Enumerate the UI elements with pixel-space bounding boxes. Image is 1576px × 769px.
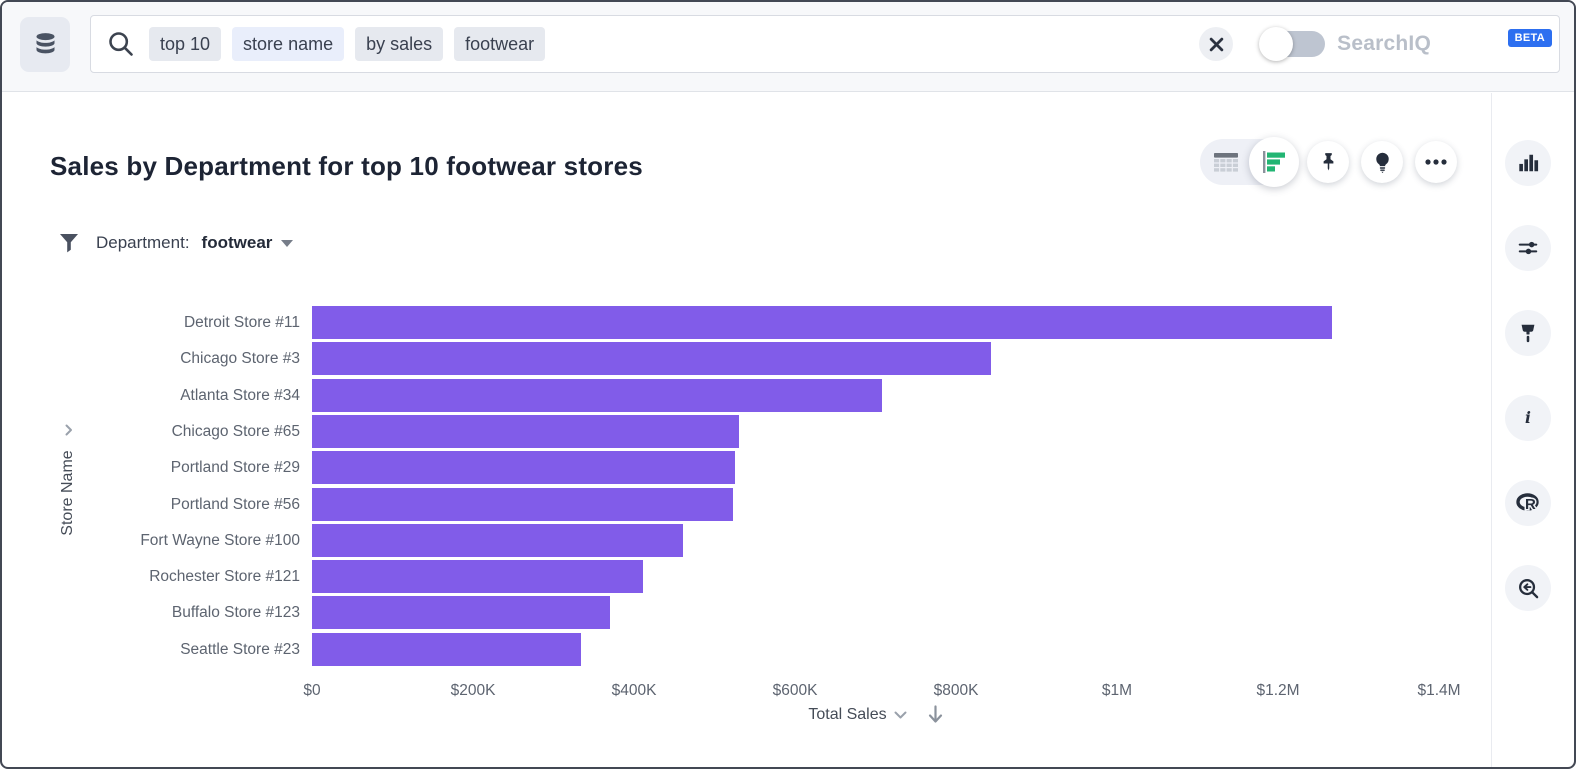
bar[interactable]: [312, 633, 581, 666]
filter-row: Department: footwear: [59, 229, 293, 257]
x-axis-tick-label: $1M: [1102, 682, 1132, 700]
sidebar-r-analysis-button[interactable]: R: [1505, 480, 1551, 526]
x-axis-tick-label: $1.2M: [1256, 682, 1299, 700]
bar-chart: Store Name Detroit Store #11Chicago Stor…: [2, 305, 1491, 745]
chart-row: Chicago Store #3: [2, 341, 1491, 377]
search-arrow-icon: [1517, 577, 1540, 600]
chart-row: Chicago Store #65: [2, 414, 1491, 450]
close-icon: [1209, 37, 1224, 52]
svg-text:i: i: [1525, 408, 1531, 427]
x-axis-tick-label: $800K: [934, 682, 979, 700]
search-token[interactable]: top 10: [149, 27, 221, 61]
chart-view-button[interactable]: [1249, 137, 1299, 187]
x-axis-tick-label: $0: [303, 682, 320, 700]
y-axis-label[interactable]: Atlanta Store #34: [2, 378, 300, 413]
bar[interactable]: [312, 342, 991, 375]
pin-button[interactable]: [1307, 141, 1349, 183]
data-source-button[interactable]: [20, 17, 70, 72]
top-bar: top 10 store name by sales footwear SearchI…: [2, 2, 1574, 92]
y-axis-label[interactable]: Fort Wayne Store #100: [2, 523, 300, 558]
chart-row: Portland Store #29: [2, 450, 1491, 486]
sidebar-divider: [1491, 93, 1492, 767]
sidebar-style-button[interactable]: [1505, 310, 1551, 356]
chart-row: Buffalo Store #123: [2, 595, 1491, 631]
chart-row: Rochester Store #121: [2, 559, 1491, 595]
search-tokens: top 10 store name by sales footwear: [149, 27, 545, 61]
bar[interactable]: [312, 451, 735, 484]
table-view-icon[interactable]: [1213, 152, 1239, 177]
more-options-button[interactable]: [1415, 141, 1457, 183]
x-axis-title[interactable]: Total Sales: [808, 706, 886, 724]
filter-value[interactable]: footwear: [202, 233, 273, 253]
x-axis-tick-label: $200K: [451, 682, 496, 700]
toggle-knob: [1259, 27, 1293, 61]
searchiq-toggle[interactable]: [1261, 31, 1325, 57]
y-axis-label[interactable]: Portland Store #56: [2, 487, 300, 522]
lightbulb-icon: [1371, 151, 1394, 174]
bar-chart-icon: [1261, 150, 1287, 174]
bar[interactable]: [312, 306, 1332, 339]
info-icon: i: [1517, 407, 1539, 429]
bar[interactable]: [312, 488, 733, 521]
search-token[interactable]: footwear: [454, 27, 545, 61]
chevron-down-icon: [894, 711, 907, 719]
search-bar-right: SearchIQ: [1199, 27, 1543, 61]
y-axis-label[interactable]: Chicago Store #3: [2, 341, 300, 376]
sidebar-underlying-data-button[interactable]: [1505, 565, 1551, 611]
chart-row: Fort Wayne Store #100: [2, 523, 1491, 559]
sidebar-info-button[interactable]: i: [1505, 395, 1551, 441]
brush-icon: [1517, 322, 1539, 344]
app-window: top 10 store name by sales footwear SearchI…: [0, 0, 1576, 769]
search-token[interactable]: store name: [232, 27, 344, 61]
answer-title: Sales by Department for top 10 footwear …: [50, 151, 643, 182]
bar[interactable]: [312, 379, 882, 412]
bar[interactable]: [312, 415, 739, 448]
search-token[interactable]: by sales: [355, 27, 443, 61]
beta-badge: BETA: [1508, 29, 1552, 47]
searchiq-label: SearchIQ: [1337, 32, 1431, 56]
insights-button[interactable]: [1361, 141, 1403, 183]
y-axis-label[interactable]: Buffalo Store #123: [2, 595, 300, 630]
sliders-icon: [1517, 237, 1539, 259]
search-bar[interactable]: top 10 store name by sales footwear SearchI…: [90, 15, 1560, 73]
database-icon: [32, 31, 59, 58]
sidebar-configure-button[interactable]: [1505, 225, 1551, 271]
search-icon: [107, 30, 135, 58]
y-axis-label[interactable]: Portland Store #29: [2, 450, 300, 485]
svg-text:R: R: [1525, 496, 1536, 513]
chevron-down-icon[interactable]: [281, 240, 293, 247]
y-axis-label[interactable]: Detroit Store #11: [2, 305, 300, 340]
y-axis-label[interactable]: Rochester Store #121: [2, 559, 300, 594]
y-axis-label[interactable]: Seattle Store #23: [2, 632, 300, 667]
bar[interactable]: [312, 524, 683, 557]
filter-icon: [59, 233, 79, 254]
bar[interactable]: [312, 596, 610, 629]
x-axis-tick-label: $400K: [612, 682, 657, 700]
sort-descending-icon[interactable]: [921, 705, 943, 724]
chart-row: Atlanta Store #34: [2, 378, 1491, 414]
more-options-icon: [1424, 158, 1448, 166]
sidebar-chart-type-button[interactable]: [1505, 140, 1551, 186]
x-axis-tick-label: $1.4M: [1417, 682, 1460, 700]
clear-search-button[interactable]: [1199, 27, 1233, 61]
x-axis-title-group[interactable]: Total Sales: [312, 705, 1439, 724]
chart-row: Portland Store #56: [2, 487, 1491, 523]
answer-toolbar: [1200, 139, 1457, 185]
view-toggle[interactable]: [1200, 139, 1295, 185]
x-axis-tick-label: $600K: [773, 682, 818, 700]
chart-row: Detroit Store #11: [2, 305, 1491, 341]
bar[interactable]: [312, 560, 643, 593]
y-axis-label[interactable]: Chicago Store #65: [2, 414, 300, 449]
r-logo-icon: R: [1515, 491, 1541, 515]
pin-icon: [1317, 151, 1340, 174]
column-chart-icon: [1517, 152, 1539, 174]
chart-row: Seattle Store #23: [2, 632, 1491, 668]
filter-label: Department:: [96, 233, 190, 253]
